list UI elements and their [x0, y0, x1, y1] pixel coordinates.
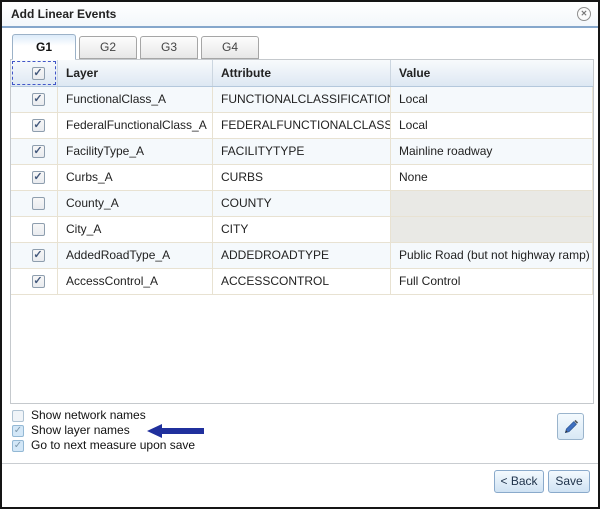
value-cell: Public Road (but not highway ramp)	[391, 243, 593, 268]
row-checkbox-cell	[11, 113, 58, 138]
column-header-attribute[interactable]: Attribute	[213, 60, 391, 86]
option-label: Show network names	[31, 408, 146, 423]
value-cell: Full Control	[391, 269, 593, 294]
table-row[interactable]: FederalFunctionalClass_A FEDERALFUNCTION…	[11, 113, 593, 139]
select-all-header-cell	[11, 60, 58, 86]
layer-cell: Curbs_A	[58, 165, 213, 190]
save-button[interactable]: Save	[548, 470, 590, 493]
table-row[interactable]: County_A COUNTY	[11, 191, 593, 217]
option-show-layer-names: Show layer names	[12, 423, 205, 438]
row-checkbox-cell	[11, 87, 58, 112]
table-header-row: Layer Attribute Value	[11, 60, 593, 87]
row-checkbox-cell	[11, 139, 58, 164]
value-cell: Local	[391, 113, 593, 138]
layer-cell: FacilityType_A	[58, 139, 213, 164]
attribute-cell: FACILITYTYPE	[213, 139, 391, 164]
value-cell	[391, 217, 593, 242]
pencil-icon	[561, 417, 581, 437]
edit-button[interactable]	[557, 413, 584, 440]
value-cell: Mainline roadway	[391, 139, 593, 164]
row-checkbox-cell	[11, 165, 58, 190]
option-go-to-next-measure: Go to next measure upon save	[12, 438, 205, 453]
table-row[interactable]: FunctionalClass_A FUNCTIONALCLASSIFICATI…	[11, 87, 593, 113]
layer-cell: County_A	[58, 191, 213, 216]
back-button[interactable]: < Back	[494, 470, 544, 493]
value-cell: Local	[391, 87, 593, 112]
attribute-cell: FUNCTIONALCLASSIFICATION	[213, 87, 391, 112]
events-table: Layer Attribute Value FunctionalClass_A …	[10, 59, 594, 404]
attribute-cell: CURBS	[213, 165, 391, 190]
attribute-cell: ACCESSCONTROL	[213, 269, 391, 294]
option-show-network-names: Show network names	[12, 408, 205, 423]
attribute-cell: COUNTY	[213, 191, 391, 216]
table-row[interactable]: City_A CITY	[11, 217, 593, 243]
tab-g3[interactable]: G3	[140, 36, 198, 59]
row-checkbox[interactable]	[32, 197, 45, 210]
value-cell: None	[391, 165, 593, 190]
row-checkbox-cell	[11, 191, 58, 216]
tab-g1[interactable]: G1	[12, 34, 76, 60]
layer-cell: AddedRoadType_A	[58, 243, 213, 268]
tab-g4[interactable]: G4	[201, 36, 259, 59]
close-icon[interactable]: ✕	[577, 7, 591, 21]
attribute-cell: FEDERALFUNCTIONALCLASS	[213, 113, 391, 138]
row-checkbox-cell	[11, 243, 58, 268]
footer-divider	[2, 463, 598, 464]
attribute-cell: ADDEDROADTYPE	[213, 243, 391, 268]
layer-cell: FederalFunctionalClass_A	[58, 113, 213, 138]
add-linear-events-dialog: Add Linear Events ✕ G1 G2 G3 G4 Layer At…	[0, 0, 600, 509]
column-header-value[interactable]: Value	[391, 60, 593, 86]
row-checkbox[interactable]	[32, 145, 45, 158]
table-row[interactable]: AddedRoadType_A ADDEDROADTYPE Public Roa…	[11, 243, 593, 269]
value-cell	[391, 191, 593, 216]
column-header-layer[interactable]: Layer	[58, 60, 213, 86]
option-label: Go to next measure upon save	[31, 438, 195, 453]
layer-cell: AccessControl_A	[58, 269, 213, 294]
tab-g2[interactable]: G2	[79, 36, 137, 59]
table-row[interactable]: AccessControl_A ACCESSCONTROL Full Contr…	[11, 269, 593, 295]
attribute-cell: CITY	[213, 217, 391, 242]
show-network-names-checkbox[interactable]	[12, 410, 24, 422]
row-checkbox[interactable]	[32, 171, 45, 184]
dialog-titlebar: Add Linear Events ✕	[2, 2, 598, 28]
annotation-arrow-icon	[147, 424, 205, 438]
layer-cell: City_A	[58, 217, 213, 242]
row-checkbox[interactable]	[32, 119, 45, 132]
select-all-checkbox[interactable]	[32, 67, 45, 80]
row-checkbox[interactable]	[32, 275, 45, 288]
table-row[interactable]: FacilityType_A FACILITYTYPE Mainline roa…	[11, 139, 593, 165]
display-options: Show network names Show layer names Go t…	[12, 408, 205, 453]
tab-bar: G1 G2 G3 G4	[12, 34, 259, 60]
go-to-next-measure-checkbox[interactable]	[12, 440, 24, 452]
layer-cell: FunctionalClass_A	[58, 87, 213, 112]
show-layer-names-checkbox[interactable]	[12, 425, 24, 437]
row-checkbox[interactable]	[32, 93, 45, 106]
option-label: Show layer names	[31, 423, 130, 438]
dialog-title: Add Linear Events	[11, 7, 116, 21]
table-row[interactable]: Curbs_A CURBS None	[11, 165, 593, 191]
row-checkbox-cell	[11, 269, 58, 294]
row-checkbox-cell	[11, 217, 58, 242]
row-checkbox[interactable]	[32, 249, 45, 262]
row-checkbox[interactable]	[32, 223, 45, 236]
